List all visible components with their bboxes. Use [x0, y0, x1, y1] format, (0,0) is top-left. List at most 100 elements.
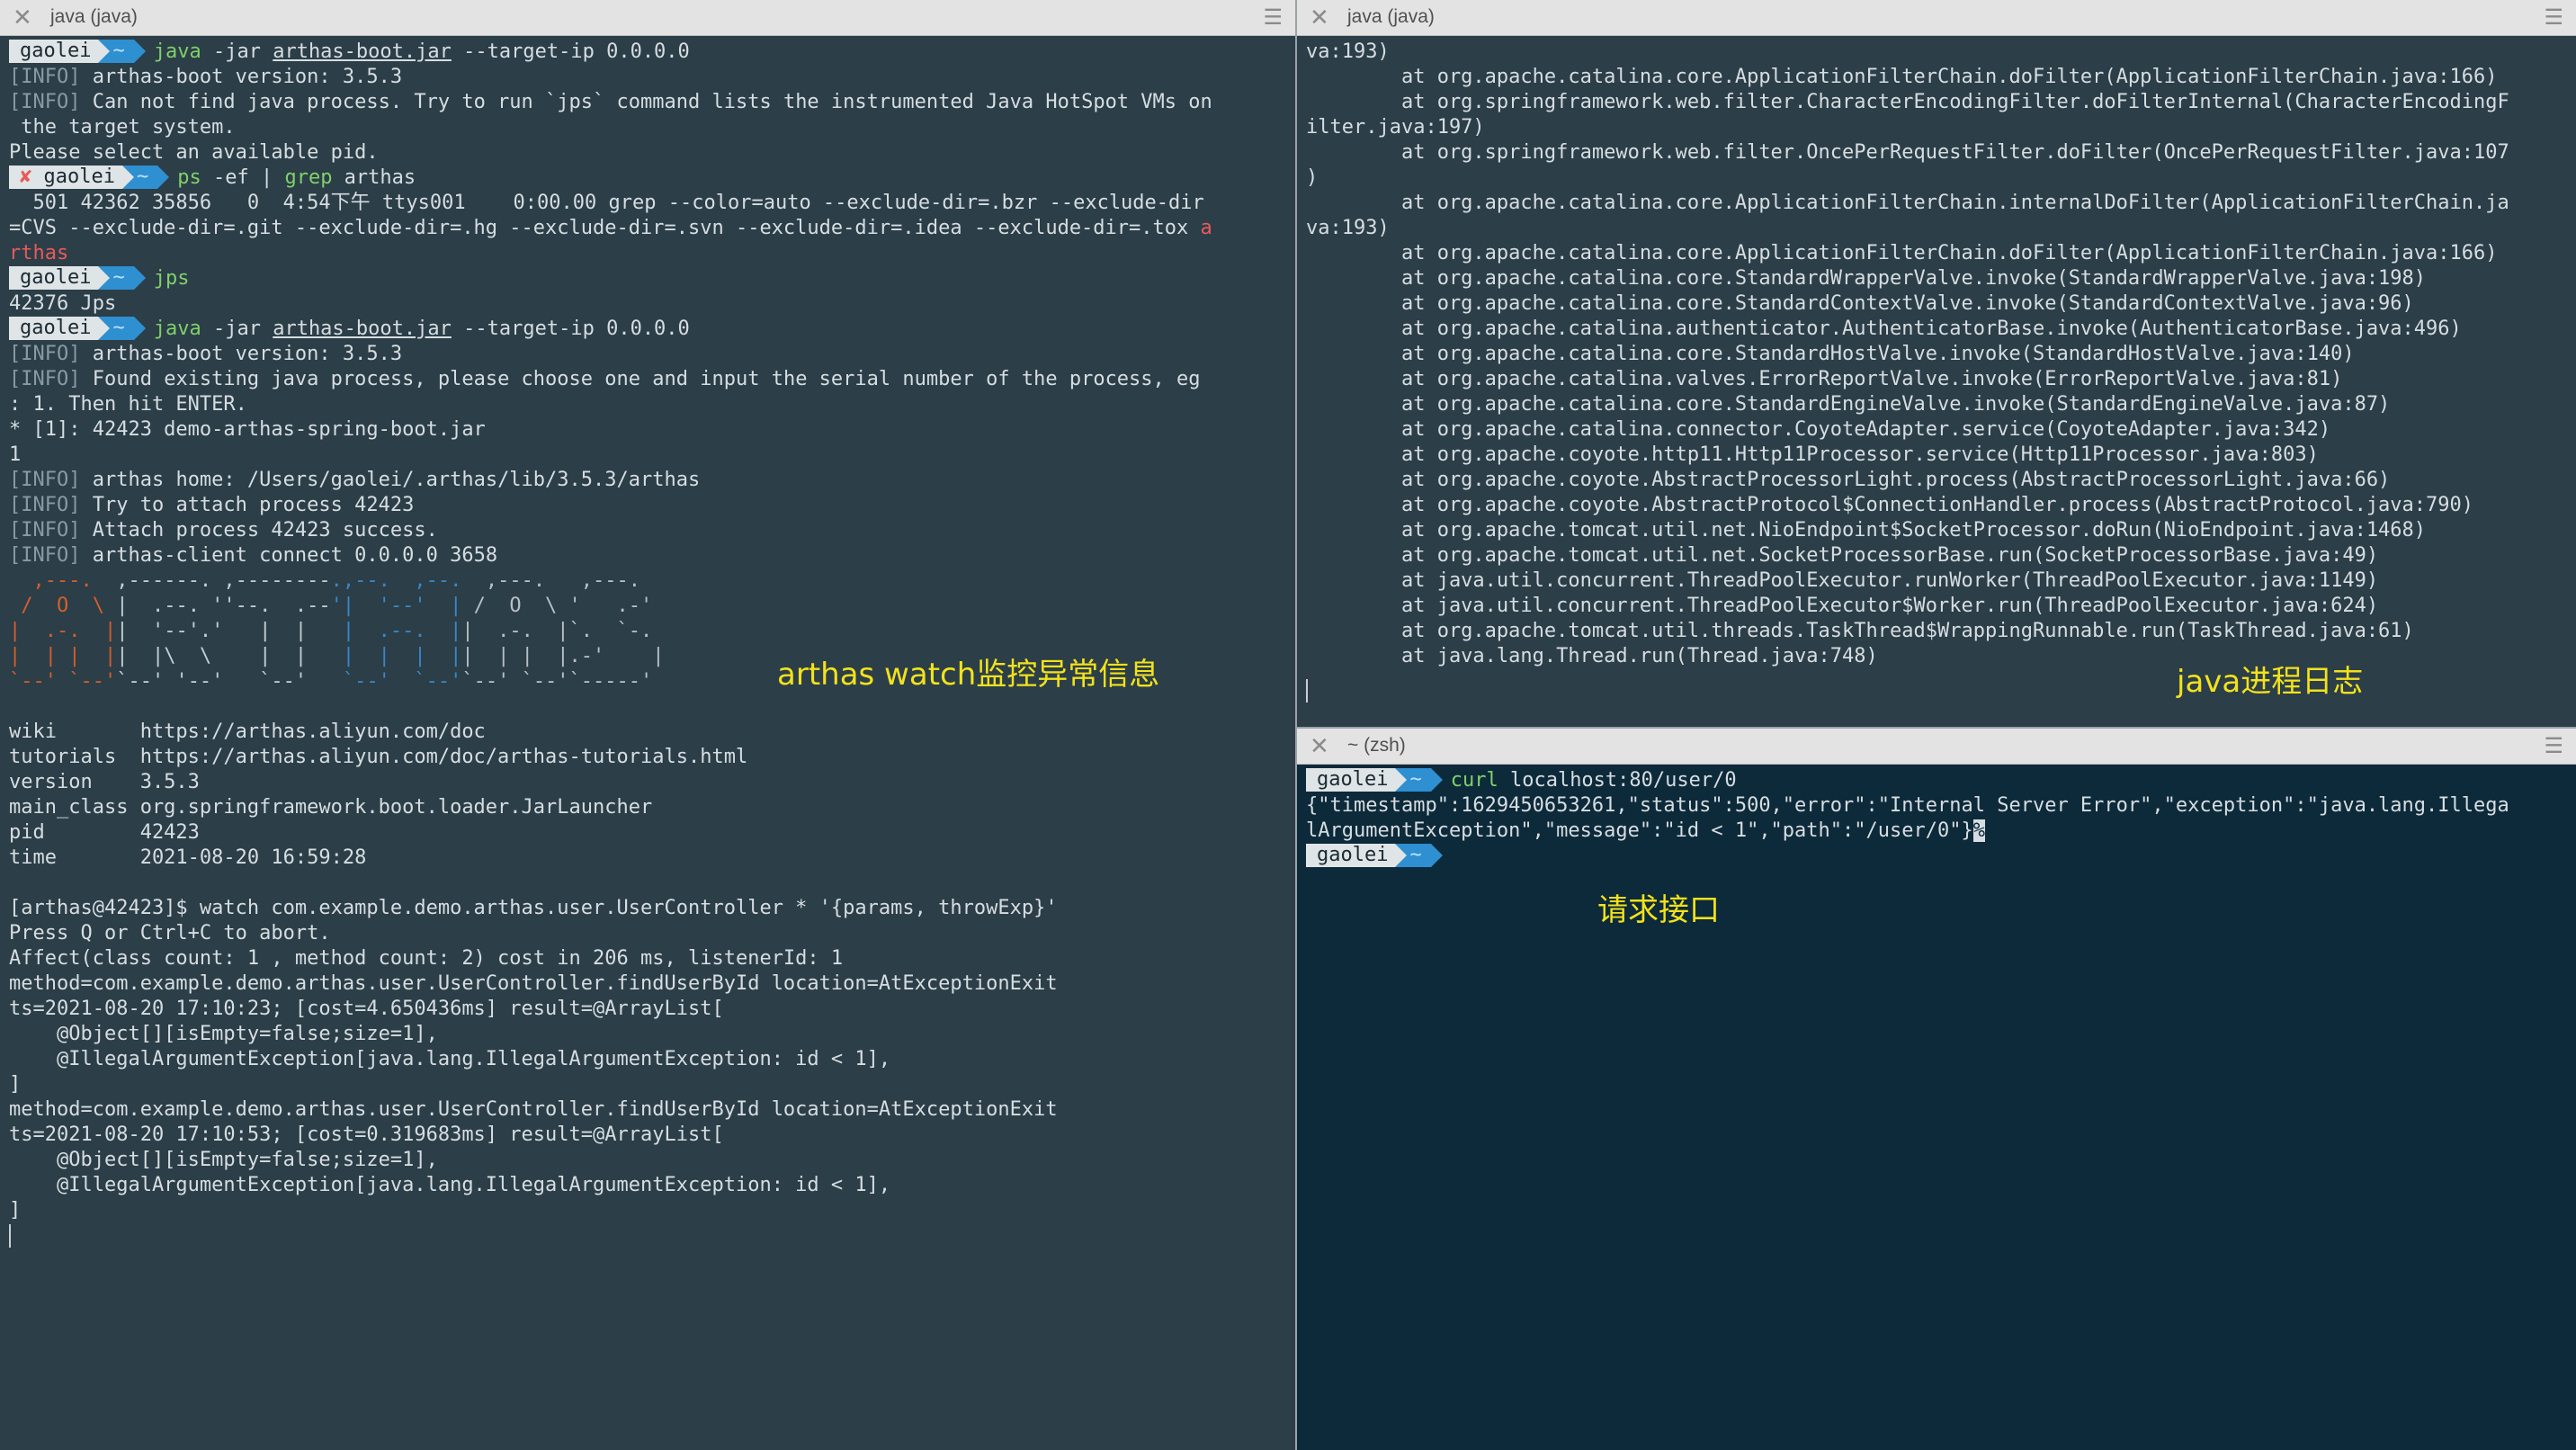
terminal-line: [INFO] Found existing java process, plea… — [9, 367, 1286, 392]
stack-trace-line: at org.apache.coyote.AbstractProtocol$Co… — [1306, 494, 2474, 516]
stack-trace-line: at java.util.concurrent.ThreadPoolExecut… — [1306, 595, 2379, 617]
prompt-args: localhost:80/user/0 — [1498, 769, 1737, 792]
right-bottom-pane-title: ~ (zsh) — [1347, 735, 1406, 756]
stack-trace-line: at org.apache.catalina.core.StandardCont… — [1306, 292, 2414, 315]
java-log-output[interactable]: va:193) at org.apache.catalina.core.Appl… — [1297, 36, 2576, 727]
logo-segment: | .-. |`. `-. — [461, 620, 653, 642]
terminal-line: * [1]: 42423 demo-arthas-spring-boot.jar — [9, 417, 1286, 443]
right-bottom-terminal-pane[interactable]: ✕ ~ (zsh) ☰ gaolei ~ curl localhost:80/use… — [1297, 729, 2576, 1450]
percent-marker: % — [1972, 819, 1985, 842]
right-bottom-pane-titlebar[interactable]: ✕ ~ (zsh) ☰ — [1297, 729, 2576, 765]
annotation-request: 请求接口 — [1597, 892, 1720, 928]
stack-trace-line: va:193) — [1306, 40, 1390, 63]
stack-trace-lines: va:193) at org.apache.catalina.core.Appl… — [1306, 40, 2567, 669]
left-terminal-output[interactable]: gaolei ~ java -jar arthas-boot.jar --targe… — [0, 36, 1295, 1450]
zsh-output[interactable]: gaolei ~ curl localhost:80/user/0 {"timest… — [1297, 765, 2576, 1450]
stack-trace-line: ) — [1306, 166, 1319, 189]
close-icon[interactable]: ✕ — [1310, 4, 1329, 31]
prompt-user: gaolei — [9, 40, 112, 63]
prompt-user: gaolei — [1306, 768, 1409, 792]
right-top-pane-titlebar[interactable]: ✕ java (java) ☰ — [1297, 0, 2576, 36]
prompt-command: java — [153, 40, 201, 63]
logo-segment: | |\ \ | | — [116, 645, 331, 667]
stack-trace-line: at org.apache.catalina.core.ApplicationF… — [1306, 192, 2509, 214]
info-tag: [INFO] — [9, 343, 81, 365]
output-text: 501 42362 35856 0 4:54下午 ttys001 0:00.00… — [9, 192, 1204, 214]
menu-icon[interactable]: ☰ — [1263, 4, 1283, 31]
output-line: Press Q or Ctrl+C to abort. — [9, 922, 331, 944]
logo-segment: | .-. | — [9, 620, 117, 642]
output-text: arthas home: /Users/gaolei/.arthas/lib/3… — [80, 469, 701, 491]
prompt-command: java — [153, 318, 201, 340]
close-icon[interactable]: ✕ — [13, 4, 32, 31]
stack-trace-line: at org.apache.catalina.core.StandardHost… — [1306, 343, 2355, 365]
right-top-terminal-pane[interactable]: ✕ java (java) ☰ va:193) at org.apache.ca… — [1297, 0, 2576, 727]
highlight-match: a — [1200, 217, 1212, 239]
stack-trace-line: va:193) — [1306, 217, 1390, 239]
error-mark: ✘ — [20, 166, 44, 188]
highlight-match: rthas — [9, 242, 69, 264]
logo-segment: `--' `--'`-----' — [461, 670, 653, 693]
terminal-line: [INFO] Try to attach process 42423 — [9, 493, 1286, 518]
prompt-line: gaolei ~ java -jar arthas-boot.jar --targe… — [9, 40, 1286, 65]
idle-prompt-line: gaolei ~ — [1306, 844, 2567, 869]
output-text: arthas-boot version: 3.5.3 — [80, 343, 403, 365]
terminal-line: [INFO] Can not find java process. Try to… — [9, 90, 1286, 115]
output-line: [arthas@42423]$ watch com.example.demo.a… — [9, 897, 1058, 919]
left-pane-titlebar[interactable]: ✕ java (java) ☰ — [0, 0, 1295, 36]
logo-segment: | | | | — [9, 645, 117, 667]
menu-icon[interactable]: ☰ — [2544, 4, 2563, 31]
prompt-args: -ef | grep arthas — [201, 166, 416, 189]
stack-trace-line: at org.apache.catalina.connector.CoyoteA… — [1306, 418, 2331, 441]
output-text: * [1]: 42423 demo-arthas-spring-boot.jar — [9, 418, 486, 441]
logo-segment: .,--. ,--. — [330, 569, 462, 592]
output-text: Try to attach process 42423 — [80, 494, 415, 516]
logo-segment: ,---. ,---. — [461, 569, 641, 592]
output-line: tutorials https://arthas.aliyun.com/doc/… — [9, 746, 748, 768]
logo-segment: ,------. ,-------- — [116, 569, 331, 592]
terminal-line: 42376 Jps — [9, 291, 1286, 317]
stack-trace-line: at org.apache.catalina.core.StandardWrap… — [1306, 267, 2427, 290]
terminal-line: 501 42362 35856 0 4:54下午 ttys001 0:00.00… — [9, 191, 1286, 216]
prompt-line: gaolei ~ jps — [9, 266, 1286, 291]
logo-segment: | | | | — [330, 645, 462, 667]
terminal-line: =CVS --exclude-dir=.git --exclude-dir=.h… — [9, 216, 1286, 241]
output-line: pid 42423 — [9, 821, 200, 844]
left-terminal-pane[interactable]: ✕ java (java) ☰ gaolei ~ java -jar arthas-… — [0, 0, 1295, 1450]
terminal-line: 1 — [9, 443, 1286, 468]
output-text: : 1. Then hit ENTER. — [9, 393, 247, 416]
output-line: ] — [9, 1199, 22, 1222]
stack-trace-line: at org.apache.catalina.authenticator.Aut… — [1306, 318, 2462, 340]
logo-segment: | .--. | — [330, 620, 462, 642]
output-text: Can not find java process. Try to run `j… — [80, 91, 1212, 113]
info-tag: [INFO] — [9, 368, 81, 390]
info-tag: [INFO] — [9, 91, 81, 113]
stack-trace-line: at java.util.concurrent.ThreadPoolExecut… — [1306, 569, 2379, 592]
close-icon[interactable]: ✕ — [1310, 732, 1329, 759]
output-text: the target system. — [9, 116, 236, 139]
terminal-cursor — [1306, 679, 1308, 703]
output-line: version 3.5.3 — [9, 771, 200, 793]
terminal-line: : 1. Then hit ENTER. — [9, 392, 1286, 417]
output-line: @IllegalArgumentException[java.lang.Ille… — [9, 1048, 891, 1070]
logo-segment: '| '--' | — [330, 595, 462, 617]
terminal-line: Please select an available pid. — [9, 140, 1286, 166]
logo-segment: `--' `--' — [9, 670, 117, 693]
annotation-arthas-watch: arthas watch监控异常信息 — [777, 657, 1160, 693]
left-pane-title: java (java) — [50, 6, 138, 27]
logo-segment: ,---. — [9, 569, 117, 592]
output-line: method=com.example.demo.arthas.user.User… — [9, 972, 1058, 995]
menu-icon[interactable]: ☰ — [2544, 733, 2563, 759]
output-text: 42376 Jps — [9, 292, 117, 315]
output-line: wiki https://arthas.aliyun.com/doc — [9, 721, 486, 743]
stack-trace-line: at java.lang.Thread.run(Thread.java:748) — [1306, 645, 1878, 667]
info-tag: [INFO] — [9, 519, 81, 542]
prompt-user: gaolei — [1306, 844, 1409, 867]
output-text: Attach process 42423 success. — [80, 519, 438, 542]
prompt-line: ✘ gaolei ~ ps -ef | grep arthas — [9, 166, 1286, 191]
output-line: method=com.example.demo.arthas.user.User… — [9, 1098, 1058, 1121]
right-top-pane-title: java (java) — [1347, 6, 1435, 27]
prompt-args: -jar arthas-boot.jar --target-ip 0.0.0.0 — [201, 40, 690, 63]
